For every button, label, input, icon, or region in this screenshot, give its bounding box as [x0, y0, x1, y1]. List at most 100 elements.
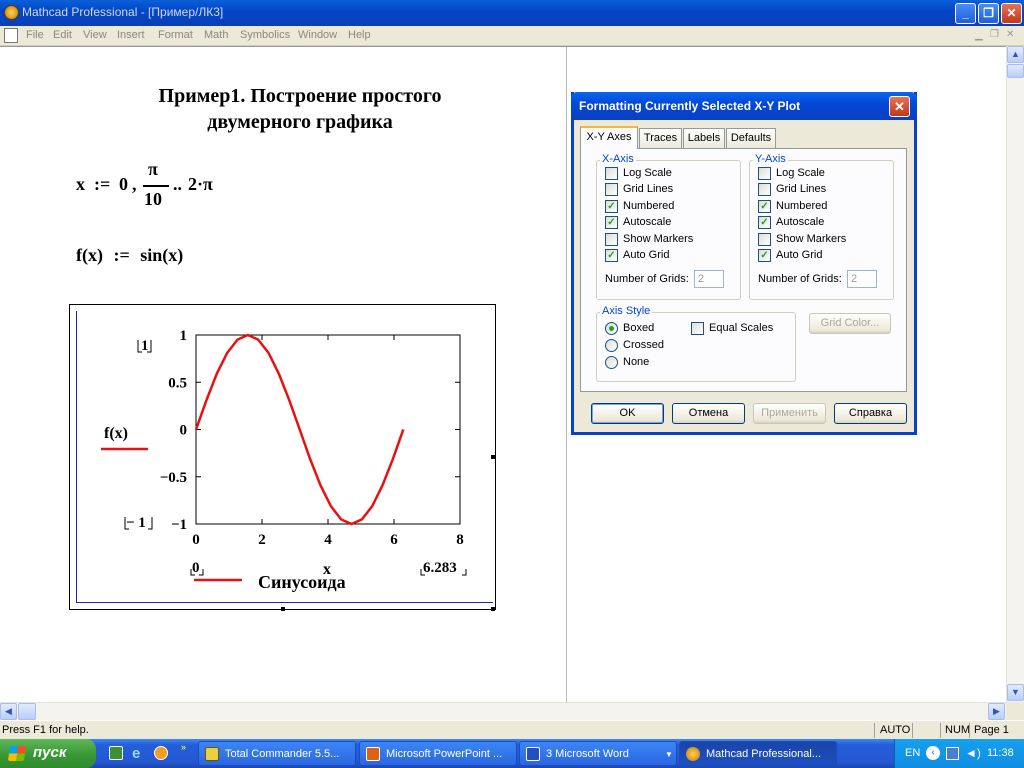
radio-boxed[interactable] — [605, 322, 618, 335]
y-axis-numbered-checkbox[interactable]: ✓ — [758, 199, 771, 213]
tab-defaults[interactable]: Defaults — [726, 128, 776, 148]
y-tick-label: −0.5 — [160, 470, 187, 486]
tray-app-icon[interactable] — [946, 747, 959, 760]
x-tick-label: 6 — [390, 532, 398, 548]
quicklaunch-show-desktop-icon[interactable] — [109, 746, 123, 760]
menu-view[interactable]: View — [83, 29, 107, 41]
menu-file[interactable]: File — [26, 29, 44, 41]
tab-xy-axes[interactable]: X-Y Axes — [580, 126, 638, 149]
tab-labels[interactable]: Labels — [683, 128, 725, 148]
document-icon[interactable] — [4, 28, 18, 43]
y-axis-auto-grid-checkbox[interactable]: ✓ — [758, 249, 771, 262]
x-axis-log-scale-checkbox[interactable] — [605, 167, 618, 180]
apply-button[interactable]: Применить — [753, 403, 826, 424]
quicklaunch-ie-icon[interactable]: e — [132, 745, 140, 762]
word-icon — [526, 747, 540, 761]
x-grids-input[interactable]: 2 — [694, 270, 724, 288]
quicklaunch-media-icon[interactable] — [154, 746, 168, 760]
y-axis-grid-lines-checkbox[interactable] — [758, 183, 771, 197]
scroll-right-button[interactable]: ▶ — [988, 703, 1005, 720]
radio-none[interactable] — [605, 356, 618, 369]
close-button[interactable]: ✕ — [1001, 3, 1022, 24]
doc-minimize-icon[interactable]: ▁ — [975, 30, 983, 41]
restore-button[interactable]: ❐ — [978, 3, 999, 24]
doc-close-icon[interactable]: ✕ — [1006, 29, 1014, 40]
tab-panel: X-Axis Number of Grids: 2 Y-Axis Number … — [580, 148, 907, 392]
y-tick-label: 0.5 — [168, 375, 187, 391]
start-button[interactable]: пуск — [0, 739, 96, 768]
grid-color-button[interactable]: Grid Color... — [809, 313, 891, 334]
x-axis-grid-lines-checkbox[interactable] — [605, 183, 618, 197]
menu-insert[interactable]: Insert — [117, 29, 145, 41]
ok-button[interactable]: OK — [591, 403, 664, 424]
y-axis-group-title: Y-Axis — [753, 153, 788, 165]
y-tick-label: 1 — [180, 328, 188, 344]
help-button[interactable]: Справка — [834, 403, 907, 424]
x-axis-show-markers-label: Show Markers — [623, 232, 694, 245]
menu-window[interactable]: Window — [298, 29, 337, 41]
y-grids-input[interactable]: 2 — [847, 270, 877, 288]
x-axis-auto-grid-label: Auto Grid — [623, 249, 670, 261]
menu-symbolics[interactable]: Symbolics — [240, 29, 290, 41]
menu-help[interactable]: Help — [348, 29, 371, 41]
task-total-commander[interactable]: Total Commander 5.5... — [198, 741, 356, 766]
scroll-left-button[interactable]: ◀ — [0, 703, 17, 720]
clock: 11:38 — [987, 747, 1014, 759]
x-tick-label: 4 — [324, 532, 332, 548]
scroll-hthumb[interactable] — [18, 703, 36, 720]
scroll-down-button[interactable]: ▼ — [1007, 684, 1024, 701]
x-axis-autoscale-checkbox[interactable]: ✓ — [605, 216, 618, 230]
radio-crossed[interactable] — [605, 339, 618, 352]
mathcad-icon — [686, 747, 700, 761]
x-axis-show-markers-checkbox[interactable] — [605, 232, 618, 246]
x-axis-group-title: X-Axis — [600, 153, 636, 165]
menu-math[interactable]: Math — [204, 29, 228, 41]
y-axis-label[interactable]: f(x) — [104, 425, 128, 442]
minimize-button[interactable]: _ — [955, 3, 976, 24]
task-label: 3 Microsoft Word — [546, 748, 629, 760]
y-axis-show-markers-label: Show Markers — [776, 232, 847, 245]
powerpoint-icon — [366, 747, 380, 761]
x-right-limit[interactable]: 6.283 — [423, 560, 457, 576]
status-separator — [874, 723, 875, 738]
y-axis-autoscale-checkbox[interactable]: ✓ — [758, 216, 771, 230]
status-separator — [940, 723, 941, 738]
chevron-down-icon: ▼ — [665, 750, 673, 759]
x-left-limit[interactable]: 0 — [192, 560, 200, 576]
horizontal-scrollbar[interactable]: ◀ ▶ — [0, 702, 1006, 720]
windows-logo-icon — [7, 746, 27, 761]
legend-label: Синусоида — [258, 572, 346, 592]
y-axis-numbered-label: Numbered — [776, 199, 828, 212]
quicklaunch-chevron-icon[interactable]: » — [181, 742, 186, 752]
equal-scales-label: Equal Scales — [709, 322, 774, 334]
language-indicator[interactable]: EN — [905, 747, 920, 759]
dialog-close-icon[interactable]: ✕ — [889, 96, 910, 117]
tray-expand-icon[interactable]: ‹ — [926, 746, 940, 760]
x-axis-numbered-checkbox[interactable]: ✓ — [605, 199, 618, 213]
cancel-button[interactable]: Отмена — [672, 403, 745, 424]
dialog-title: Formatting Currently Selected X-Y Plot — [579, 99, 801, 113]
vertical-scrollbar[interactable]: ▲ ▼ — [1006, 46, 1024, 702]
series-line-sinusoid — [194, 333, 405, 526]
scroll-thumb[interactable] — [1007, 64, 1024, 78]
plot-svg: 10.50−0.5−10 2 4 6 8 1 − 1 f(x) 0 x 6.283 Си… — [101, 328, 467, 592]
mathcad-app-icon[interactable] — [4, 5, 19, 20]
tray-volume-icon[interactable]: ◄) — [965, 746, 981, 760]
x-axis-auto-grid-checkbox[interactable]: ✓ — [605, 249, 618, 262]
y-axis-grid-lines-label: Grid Lines — [776, 183, 827, 196]
status-bar: Press F1 for help. AUTO NUM Page 1 — [0, 720, 1024, 739]
task-powerpoint[interactable]: Microsoft PowerPoint ... — [359, 741, 517, 766]
menu-edit[interactable]: Edit — [53, 29, 72, 41]
doc-restore-icon[interactable]: ❐ — [990, 29, 999, 40]
task-label: Total Commander 5.5... — [225, 748, 340, 760]
y-axis-log-scale-checkbox[interactable] — [758, 167, 771, 180]
scroll-up-button[interactable]: ▲ — [1007, 46, 1024, 63]
menu-format[interactable]: Format — [158, 29, 193, 41]
x-tick-label: 0 — [192, 532, 200, 548]
y-axis-show-markers-checkbox[interactable] — [758, 232, 771, 246]
task-mathcad[interactable]: Mathcad Professional... — [679, 741, 837, 766]
tab-traces[interactable]: Traces — [639, 128, 682, 148]
dialog-title-bar[interactable]: Formatting Currently Selected X-Y Plot ✕ — [571, 92, 917, 120]
task-word-group[interactable]: 3 Microsoft Word ▼ — [519, 741, 677, 766]
equal-scales-checkbox[interactable] — [691, 322, 704, 335]
